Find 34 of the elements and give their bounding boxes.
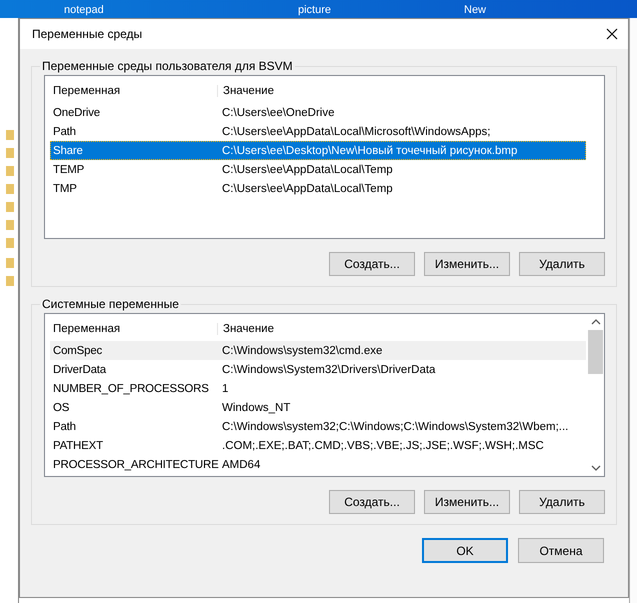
dialog-button[interactable]: Создать... <box>329 490 415 514</box>
dialog-button[interactable]: Изменить... <box>424 490 510 514</box>
list-row[interactable]: PATHEXT .COM;.EXE;.BAT;.CMD;.VBS;.VBE;.JS;.JSE;.WSF;.WSH;.MSC <box>50 436 586 455</box>
dialog-button[interactable]: Удалить <box>519 490 605 514</box>
dialog-button[interactable]: Изменить... <box>424 252 510 276</box>
column-header[interactable]: Значение <box>218 323 274 335</box>
column-header[interactable]: Переменная <box>50 85 218 97</box>
dialog-button[interactable]: Удалить <box>519 252 605 276</box>
list-row[interactable]: DriverData C:\Windows\System32\Drivers\DriverData <box>50 360 586 379</box>
group-title: Переменные среды пользователя для BSVM <box>41 59 294 73</box>
desktop-icon-label[interactable]: picture <box>298 4 332 17</box>
list-row[interactable]: Path C:\Windows\system32;C:\Windows;C:\Windows\System32\Wbem;... <box>50 417 586 436</box>
dialog-button[interactable]: OK <box>422 538 508 563</box>
variables-list[interactable] <box>44 313 605 477</box>
group-title: Системные переменные <box>41 297 180 311</box>
list-row[interactable]: Share C:\Users\ee\Desktop\New\Новый точечный рисунок.bmp <box>50 141 586 160</box>
list-row[interactable]: OneDrive C:\Users\ee\OneDrive <box>50 103 586 122</box>
list-row[interactable]: Path C:\Users\ee\AppData\Local\Microsoft\WindowsApps; <box>50 122 586 141</box>
list-row[interactable]: ComSpec C:\Windows\system32\cmd.exe <box>50 341 586 360</box>
desktop-icon-label[interactable]: notepad <box>64 4 104 17</box>
desktop-icon-label[interactable]: New <box>464 4 486 17</box>
list-row[interactable]: OS Windows_NT <box>50 398 586 417</box>
list-row[interactable]: PROCESSOR_ARCHITECTURE AMD64 <box>50 455 586 474</box>
dialog-button[interactable]: Создать... <box>329 252 415 276</box>
column-header[interactable]: Значение <box>218 85 274 97</box>
list-row[interactable]: TEMP C:\Users\ee\AppData\Local\Temp <box>50 160 586 179</box>
column-header[interactable]: Переменная <box>50 323 218 335</box>
list-row[interactable]: NUMBER_OF_PROCESSORS 1 <box>50 379 586 398</box>
window-title: Переменные среды <box>32 27 142 41</box>
variables-list[interactable] <box>44 75 605 239</box>
dialog-button[interactable]: Отмена <box>518 538 604 563</box>
scroll-thumb[interactable] <box>588 330 603 374</box>
close-icon[interactable] <box>606 28 618 40</box>
list-row[interactable]: TMP C:\Users\ee\AppData\Local\Temp <box>50 179 586 198</box>
